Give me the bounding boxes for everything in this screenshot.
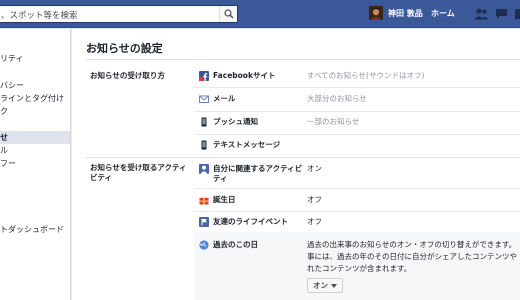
sidebar-item-block[interactable]: ク — [0, 105, 70, 118]
row-push-notifications-value: 一部のお知らせ — [307, 117, 360, 126]
row-facebook-site-value: すべてのお知らせ(サウンドはオフ) — [307, 71, 425, 80]
page-title: お知らせの設定 — [86, 42, 163, 55]
divider — [194, 211, 520, 212]
birthday-icon — [199, 196, 209, 205]
sidebar-item-ads-dashboard[interactable]: トダッシュボード — [0, 223, 70, 236]
row-email-value: 大部分のお知らせ — [307, 94, 367, 103]
settings-sidebar: リティ バシー ラインとタグ付け ク せ ル フー トダッシュボード — [0, 29, 71, 300]
sidebar-item-notifications[interactable]: せ — [0, 131, 70, 144]
select-value: オン — [313, 281, 328, 290]
row-email[interactable]: メール — [213, 94, 236, 104]
row-facebook-site[interactable]: Facebookサイト — [213, 71, 275, 81]
row-life-events[interactable]: 友達のライフイベント — [213, 217, 288, 227]
description-line: れたコンテンツが含まれます。 — [307, 264, 412, 273]
divider — [86, 59, 520, 60]
mobile-icon — [201, 117, 207, 127]
row-activity-about-you[interactable]: 自分に関連するアクティビティ — [213, 164, 303, 184]
search-input[interactable]: 、スポット等を検索 — [1, 9, 78, 21]
divider — [194, 87, 520, 88]
sidebar-item-privacy[interactable]: バシー — [0, 79, 70, 92]
row-text-message[interactable]: テキストメッセージ — [213, 140, 280, 150]
search-icon — [224, 9, 234, 19]
friend-requests-icon[interactable] — [474, 8, 488, 20]
home-link[interactable]: ホーム — [431, 8, 455, 19]
top-navigation-bar: 、スポット等を検索 神田 敦品 ホーム — [0, 0, 520, 28]
sidebar-item-timeline-tagging[interactable]: ラインとタグ付け — [0, 92, 70, 105]
row-activity-about-you-value: オン — [307, 164, 322, 173]
divider — [194, 188, 520, 189]
messages-icon[interactable] — [495, 8, 509, 20]
description-line: 事には、過去の年のその日付に自分がシェアしたコンテンツや — [307, 252, 517, 261]
row-birthdays[interactable]: 誕生日 — [213, 195, 236, 205]
flag-icon — [199, 217, 209, 227]
row-life-events-value: オフ — [307, 217, 322, 226]
notifications-icon[interactable] — [514, 8, 520, 20]
section-label-delivery: お知らせの受け取り方 — [90, 71, 165, 80]
row-push-notifications[interactable]: プッシュ通知 — [213, 117, 258, 127]
row-birthdays-value: オフ — [307, 195, 322, 204]
description-line: 過去の出来事のお知らせのオン・オフの切り替えができます。 — [307, 240, 517, 249]
section-divider — [86, 157, 520, 158]
on-this-day-icon — [199, 240, 209, 250]
sidebar-item-mobile[interactable]: ル — [0, 144, 70, 157]
row-on-this-day[interactable]: 過去のこの日 — [213, 240, 258, 250]
section-label-activities: お知らせを受け取るアクティビティ — [90, 163, 187, 182]
text-message-icon — [201, 140, 207, 150]
facebook-icon — [199, 71, 209, 81]
divider — [194, 134, 520, 135]
mail-icon — [199, 95, 209, 103]
on-this-day-description: 過去の出来事のお知らせのオン・オフの切り替えができます。 事には、過去の年のその… — [307, 239, 520, 275]
chevron-down-icon — [331, 284, 337, 288]
divider — [194, 111, 520, 112]
search-box[interactable]: 、スポット等を検索 — [0, 5, 238, 23]
sidebar-item-security[interactable]: リティ — [0, 52, 70, 65]
profile-photo-icon — [369, 6, 383, 20]
search-button[interactable] — [219, 6, 237, 22]
notifications-settings-panel: お知らせの設定 お知らせの受け取り方 Facebookサイト すべてのお知らせ(… — [72, 29, 520, 300]
avatar[interactable] — [369, 6, 383, 20]
profile-link[interactable]: 神田 敦品 — [388, 8, 423, 19]
person-icon — [199, 164, 209, 174]
sidebar-item-followers[interactable]: フー — [0, 157, 70, 170]
on-this-day-select[interactable]: オン — [307, 278, 343, 293]
